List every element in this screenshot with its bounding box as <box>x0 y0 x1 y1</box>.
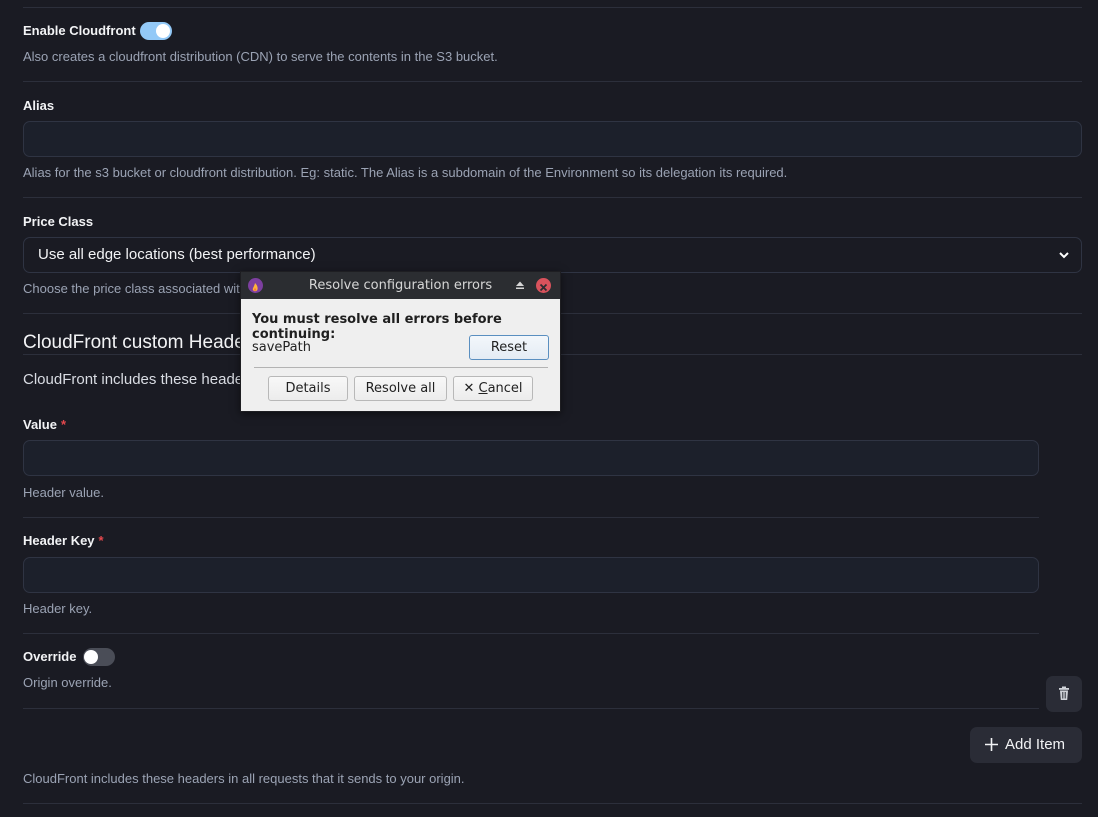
header-value-help: Header value. <box>23 485 104 500</box>
header-value-input[interactable] <box>23 440 1039 476</box>
enable-cloudfront-help: Also creates a cloudfront distribution (… <box>23 49 498 64</box>
cancel-mnemonic: C <box>478 381 488 396</box>
add-item-button[interactable]: Add Item <box>970 727 1082 763</box>
delete-item-button[interactable] <box>1046 676 1082 712</box>
resolve-all-button[interactable]: Resolve all <box>354 376 447 401</box>
cancel-label: ancel <box>487 381 523 396</box>
divider <box>23 7 1082 8</box>
required-mark: * <box>98 533 104 548</box>
required-mark: * <box>60 417 67 432</box>
trash-icon <box>1059 686 1069 700</box>
custom-headers-title: CloudFront custom Headers <box>23 332 261 353</box>
flame-app-icon <box>248 278 263 293</box>
error-item-name: savePath <box>252 340 311 355</box>
divider <box>23 803 1082 804</box>
header-key-input[interactable] <box>23 557 1039 593</box>
price-class-select[interactable]: Use all edge locations (best performance… <box>23 237 1082 273</box>
eject-icon[interactable] <box>515 280 525 290</box>
value-label: Value * <box>23 417 66 432</box>
toggle-knob <box>156 24 170 38</box>
chevron-down-icon <box>1059 252 1069 259</box>
cancel-button[interactable]: ✕ Cancel <box>453 376 533 401</box>
header-key-label-text: Header Key <box>23 533 95 548</box>
custom-headers-footer-help: CloudFront includes these headers in all… <box>23 771 465 786</box>
price-class-selected: Use all edge locations (best performance… <box>38 246 316 263</box>
details-button[interactable]: Details <box>268 376 348 401</box>
divider <box>23 708 1039 709</box>
dialog-title: Resolve configuration errors <box>308 278 493 293</box>
dialog-separator <box>254 367 548 368</box>
override-toggle[interactable] <box>83 648 115 666</box>
enable-cloudfront-toggle[interactable] <box>140 22 172 40</box>
override-help: Origin override. <box>23 675 112 690</box>
override-label: Override <box>23 649 77 664</box>
cancel-x-icon: ✕ <box>463 381 479 396</box>
close-icon[interactable] <box>536 278 551 293</box>
reset-button[interactable]: Reset <box>469 335 549 360</box>
divider <box>23 633 1039 634</box>
resolve-errors-dialog: Resolve configuration errors You must re… <box>240 271 561 412</box>
price-class-label: Price Class <box>23 214 94 229</box>
plus-icon <box>985 738 998 751</box>
value-label-text: Value <box>23 417 57 432</box>
alias-help: Alias for the s3 bucket or cloudfront di… <box>23 165 788 180</box>
divider <box>23 197 1082 198</box>
header-key-help: Header key. <box>23 601 93 616</box>
dialog-titlebar[interactable]: Resolve configuration errors <box>241 272 560 299</box>
enable-cloudfront-label: Enable Cloudfront <box>23 23 136 38</box>
toggle-knob <box>84 650 98 664</box>
divider <box>23 81 1082 82</box>
alias-input[interactable] <box>23 121 1082 157</box>
alias-label: Alias <box>23 98 55 113</box>
header-key-label: Header Key * <box>23 533 104 548</box>
divider <box>23 517 1039 518</box>
add-item-label: Add Item <box>1005 736 1066 753</box>
